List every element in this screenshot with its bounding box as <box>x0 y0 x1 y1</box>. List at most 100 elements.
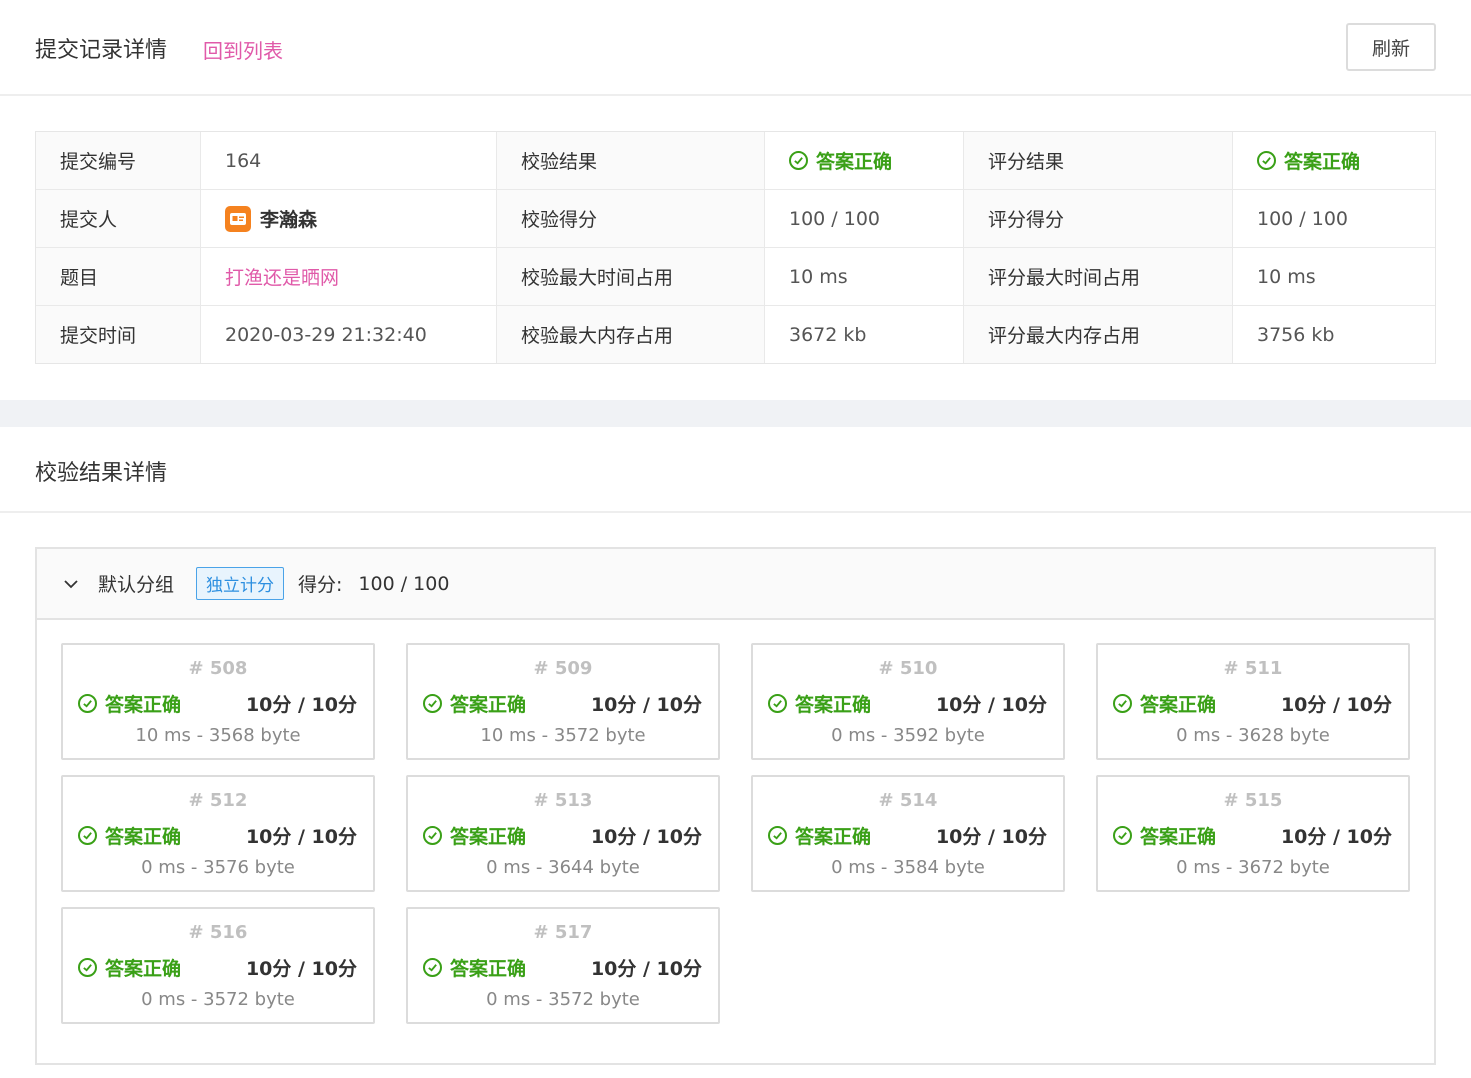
status-badge: 答案正确 <box>1113 690 1216 717</box>
submitter: 李瀚森 <box>201 190 497 247</box>
scoring-mode-tag: 独立计分 <box>196 567 285 600</box>
divider <box>0 511 1471 513</box>
test-case-card[interactable]: # 513 答案正确 10分 / 10分 0 ms - 3644 byte <box>406 775 720 892</box>
status-text: 答案正确 <box>816 151 893 173</box>
check-circle-icon <box>1113 694 1132 713</box>
judge-max-time: 10 ms <box>1233 248 1435 305</box>
test-case-card[interactable]: # 515 答案正确 10分 / 10分 0 ms - 3672 byte <box>1096 775 1410 892</box>
status-badge: 答案正确 <box>78 954 181 981</box>
judge-score: 100 / 100 <box>1233 190 1435 247</box>
test-case-resources: 0 ms - 3572 byte <box>141 989 295 1010</box>
info-row: 提交时间 2020-03-29 21:32:40 校验最大内存占用 3672 k… <box>36 306 1435 363</box>
check-circle-icon <box>423 958 442 977</box>
status-badge: 答案正确 <box>789 147 892 174</box>
test-case-resources: 0 ms - 3592 byte <box>831 725 985 746</box>
group-header[interactable]: 默认分组 独立计分 得分: 100 / 100 <box>37 549 1434 620</box>
info-row: 题目 打渔还是晒网 校验最大时间占用 10 ms 评分最大时间占用 10 ms <box>36 248 1435 306</box>
test-case-id: # 508 <box>188 658 248 679</box>
test-case-id: # 516 <box>188 922 248 943</box>
test-case-resources: 0 ms - 3572 byte <box>486 989 640 1010</box>
check-circle-icon <box>1257 151 1276 170</box>
test-case-score: 10分 / 10分 <box>590 694 702 716</box>
test-case-score: 10分 / 10分 <box>590 958 702 980</box>
refresh-button[interactable]: 刷新 <box>1346 23 1436 71</box>
group-score: 100 / 100 <box>358 572 450 595</box>
info-label: 评分最大内存占用 <box>964 306 1233 363</box>
status-text: 答案正确 <box>1140 826 1217 848</box>
check-circle-icon <box>768 694 787 713</box>
section-divider <box>0 400 1471 427</box>
test-case-resources: 10 ms - 3568 byte <box>135 725 301 746</box>
status-text: 答案正确 <box>450 694 527 716</box>
info-label: 评分得分 <box>964 190 1233 247</box>
test-case-score: 10分 / 10分 <box>245 826 357 848</box>
group-name: 默认分组 <box>98 574 175 596</box>
info-label: 评分最大时间占用 <box>964 248 1233 305</box>
test-case-resources: 0 ms - 3672 byte <box>1176 857 1330 878</box>
test-case-score: 10分 / 10分 <box>245 694 357 716</box>
test-case-card[interactable]: # 514 答案正确 10分 / 10分 0 ms - 3584 byte <box>751 775 1065 892</box>
test-case-score: 10分 / 10分 <box>590 826 702 848</box>
test-case-id: # 512 <box>188 790 248 811</box>
test-case-id: # 517 <box>533 922 593 943</box>
problem-cell: 打渔还是晒网 <box>201 248 497 305</box>
info-label: 评分结果 <box>964 132 1233 189</box>
test-case-card[interactable]: # 510 答案正确 10分 / 10分 0 ms - 3592 byte <box>751 643 1065 760</box>
status-text: 答案正确 <box>1284 151 1361 173</box>
status-text: 答案正确 <box>105 958 182 980</box>
status-text: 答案正确 <box>450 826 527 848</box>
submitter-name: 李瀚森 <box>260 209 318 231</box>
status-text: 答案正确 <box>795 694 872 716</box>
test-case-score: 10分 / 10分 <box>245 958 357 980</box>
chevron-down-icon[interactable] <box>63 576 79 592</box>
status-text: 答案正确 <box>105 694 182 716</box>
check-circle-icon <box>423 694 442 713</box>
status-text: 答案正确 <box>1140 694 1217 716</box>
test-case-resources: 0 ms - 3576 byte <box>141 857 295 878</box>
test-case-card[interactable]: # 517 答案正确 10分 / 10分 0 ms - 3572 byte <box>406 907 720 1024</box>
back-to-list-link[interactable]: 回到列表 <box>203 35 283 64</box>
judge-max-memory: 3756 kb <box>1233 306 1435 363</box>
test-case-id: # 511 <box>1223 658 1283 679</box>
info-label: 提交人 <box>36 190 201 247</box>
check-score: 100 / 100 <box>765 190 964 247</box>
test-case-resources: 10 ms - 3572 byte <box>480 725 646 746</box>
info-label: 校验结果 <box>497 132 765 189</box>
problem-link[interactable]: 打渔还是晒网 <box>225 263 339 290</box>
check-result: 答案正确 <box>765 132 964 189</box>
status-badge: 答案正确 <box>768 690 871 717</box>
test-case-card[interactable]: # 512 答案正确 10分 / 10分 0 ms - 3576 byte <box>61 775 375 892</box>
info-label: 提交编号 <box>36 132 201 189</box>
test-case-card[interactable]: # 509 答案正确 10分 / 10分 10 ms - 3572 byte <box>406 643 720 760</box>
check-circle-icon <box>789 151 808 170</box>
submission-info-table: 提交编号 164 校验结果 答案正确 评分结果 答案正确 提交人 李瀚森 校验得… <box>35 131 1436 364</box>
status-badge: 答案正确 <box>78 690 181 717</box>
test-case-id: # 510 <box>878 658 938 679</box>
test-case-card[interactable]: # 516 答案正确 10分 / 10分 0 ms - 3572 byte <box>61 907 375 1024</box>
check-max-memory: 3672 kb <box>765 306 964 363</box>
test-case-score: 10分 / 10分 <box>1280 694 1392 716</box>
check-circle-icon <box>78 826 97 845</box>
page-title: 提交记录详情 <box>35 38 168 63</box>
group-score-label: 得分: <box>298 574 343 596</box>
test-case-card[interactable]: # 508 答案正确 10分 / 10分 10 ms - 3568 byte <box>61 643 375 760</box>
test-case-resources: 0 ms - 3584 byte <box>831 857 985 878</box>
test-case-resources: 0 ms - 3644 byte <box>486 857 640 878</box>
info-label: 校验最大时间占用 <box>497 248 765 305</box>
info-label: 提交时间 <box>36 306 201 363</box>
info-row: 提交人 李瀚森 校验得分 100 / 100 评分得分 100 / 100 <box>36 190 1435 248</box>
judge-result: 答案正确 <box>1233 132 1435 189</box>
check-circle-icon <box>78 694 97 713</box>
submit-time: 2020-03-29 21:32:40 <box>201 306 497 363</box>
page-header: 提交记录详情 回到列表 刷新 <box>0 0 1471 96</box>
status-badge: 答案正确 <box>1257 147 1360 174</box>
test-case-card[interactable]: # 511 答案正确 10分 / 10分 0 ms - 3628 byte <box>1096 643 1410 760</box>
status-text: 答案正确 <box>105 826 182 848</box>
submitter-user[interactable]: 李瀚森 <box>225 205 317 232</box>
status-badge: 答案正确 <box>423 954 526 981</box>
status-badge: 答案正确 <box>78 822 181 849</box>
user-card-icon <box>225 205 251 232</box>
status-badge: 答案正确 <box>423 690 526 717</box>
section-title: 校验结果详情 <box>35 461 168 486</box>
submission-id: 164 <box>201 132 497 189</box>
